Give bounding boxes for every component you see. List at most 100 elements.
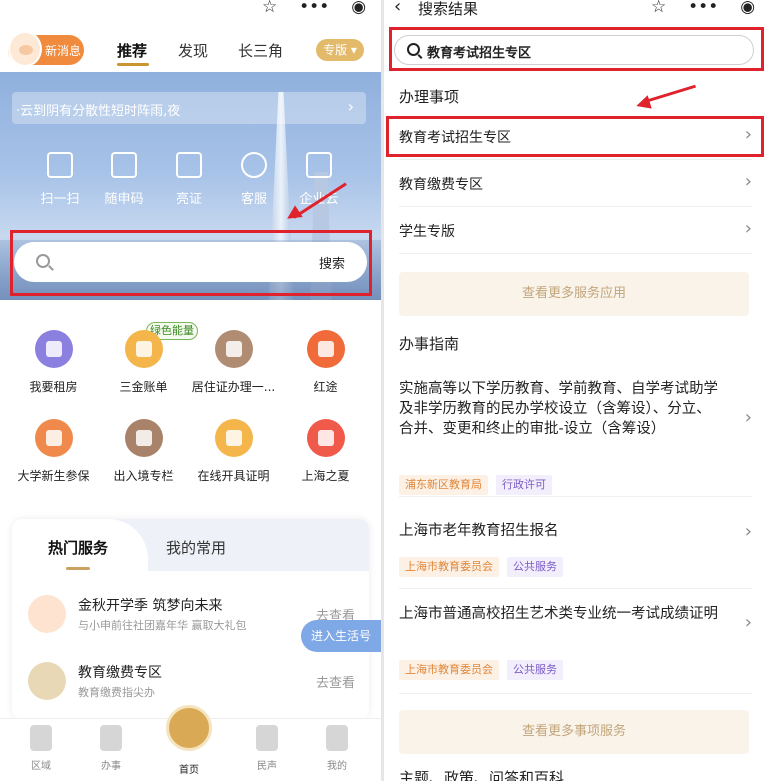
service-exit-entry[interactable]: 出入境专栏 <box>96 419 191 484</box>
service-three-funds[interactable]: 三金账单 <box>96 330 191 395</box>
chevron-right-icon: › <box>744 612 752 633</box>
star-icon <box>306 330 345 368</box>
region-icon <box>30 725 52 751</box>
chevron-right-icon: › <box>347 97 354 116</box>
person-icon <box>326 725 348 751</box>
mini-program-capsule[interactable]: ☆ ••• ◉ <box>251 0 377 20</box>
page-title: 搜索结果 <box>418 0 479 18</box>
weather-text: ·云到阴有分散性短时阵雨,夜 <box>16 104 181 119</box>
quick-customer-service[interactable]: 客服 <box>222 152 286 207</box>
service-freshman-insurance[interactable]: 大学新生参保 <box>6 419 101 484</box>
nav-home-label[interactable]: 首页 <box>166 761 212 776</box>
flower-icon <box>256 725 278 751</box>
close-target-icon[interactable]: ◉ <box>351 0 366 17</box>
card-icon <box>176 152 202 178</box>
id-card-icon <box>214 330 253 368</box>
weather-bar[interactable]: ·云到阴有分散性短时阵雨,夜 › <box>12 92 366 124</box>
new-message-button[interactable]: 新消息 <box>8 31 84 67</box>
service-label: 三金账单 <box>119 380 168 394</box>
service-label: 上海之夏 <box>301 469 350 483</box>
guide-item[interactable]: 上海市老年教育招生报名 › 上海市教育委员会 公共服务 <box>399 521 752 589</box>
quick-scan[interactable]: 扫一扫 <box>28 152 92 207</box>
tab-hot-services[interactable]: 热门服务 <box>48 537 108 558</box>
list-item[interactable]: 教育缴费专区 教育缴费指尖办 去查看 <box>24 660 359 710</box>
more-guides-button[interactable]: 查看更多事项服务 <box>399 710 749 754</box>
type-tag: 公共服务 <box>507 557 563 577</box>
home-header: 新消息 推荐 发现 长三角 专版 ▾ <box>0 30 381 74</box>
service-label: 我要租房 <box>29 380 78 394</box>
service-shanghai-summer[interactable]: 上海之夏 <box>278 419 373 484</box>
search-results-screen: ‹ 搜索结果 ☆ ••• ◉ 教育考试招生专区 办理事项 教育考试招生专区 › … <box>384 0 768 781</box>
nav-mine[interactable]: 我的 <box>310 725 364 772</box>
service-rent[interactable]: 我要租房 <box>6 330 101 395</box>
tab-discover[interactable]: 发现 <box>178 40 208 61</box>
nav-label: 区域 <box>31 761 51 772</box>
result-item[interactable]: 学生专版 › <box>399 208 752 254</box>
item-title: 金秋开学季 筑梦向未来 <box>78 598 223 614</box>
guide-tags: 浦东新区教育局 行政许可 <box>399 473 560 495</box>
bottom-nav: 区域 办事 首页 民声 我的 <box>0 705 381 781</box>
more-services-button[interactable]: 查看更多服务应用 <box>399 272 749 316</box>
result-title: 教育缴费专区 <box>399 177 483 193</box>
service-red-route[interactable]: 红途 <box>278 330 373 395</box>
guide-tags: 上海市教育委员会 公共服务 <box>399 658 571 680</box>
service-residence-permit[interactable]: 居住证办理一... <box>186 330 281 395</box>
card-tab-indicator <box>66 567 90 570</box>
qrcode-icon <box>111 152 137 178</box>
quick-show-license[interactable]: 亮证 <box>157 152 221 207</box>
guide-item[interactable]: 实施高等以下学历教育、学前教育、自学考试助学及非学历教育的民办学校设立（含筹设）… <box>399 379 752 497</box>
org-tag: 浦东新区教育局 <box>399 475 488 495</box>
service-online-certificate[interactable]: 在线开具证明 <box>186 419 281 484</box>
star-icon[interactable]: ☆ <box>262 0 277 17</box>
home-screen: ☆ ••• ◉ 新消息 推荐 发现 长三角 专版 ▾ ·云到阴有分散性短时阵雨,… <box>0 0 381 781</box>
tab-active-indicator <box>117 63 149 66</box>
service-label: 大学新生参保 <box>17 469 90 483</box>
house-icon <box>34 330 73 368</box>
back-icon[interactable]: ‹ <box>394 0 401 17</box>
quick-label: 企业云 <box>287 188 351 207</box>
pen-icon <box>100 725 122 751</box>
headset-icon <box>241 152 267 178</box>
mascot-avatar-icon <box>28 595 66 633</box>
section-title-guides: 办事指南 <box>399 335 460 353</box>
org-tag: 上海市教育委员会 <box>399 557 499 577</box>
quick-label: 亮证 <box>175 192 202 207</box>
result-item[interactable]: 教育缴费专区 › <box>399 161 752 207</box>
close-target-icon[interactable]: ◉ <box>740 0 755 17</box>
more-icon[interactable]: ••• <box>688 0 718 17</box>
nav-label: 民声 <box>257 761 277 772</box>
enter-life-account-button[interactable]: 进入生活号 <box>301 620 381 652</box>
quick-label: 扫一扫 <box>40 192 80 207</box>
nav-voice[interactable]: 民声 <box>240 725 294 772</box>
quick-label: 客服 <box>240 192 267 207</box>
edition-dropdown[interactable]: 专版 ▾ <box>316 39 364 61</box>
edition-label: 专版 <box>323 43 348 57</box>
guide-title: 上海市老年教育招生报名 <box>399 523 559 539</box>
home-icon[interactable] <box>166 705 212 751</box>
view-button[interactable]: 去查看 <box>316 672 355 691</box>
more-icon[interactable]: ••• <box>299 0 329 17</box>
building-icon <box>306 152 332 178</box>
star-icon[interactable]: ☆ <box>651 0 666 17</box>
nav-affairs[interactable]: 办事 <box>84 725 138 772</box>
type-tag: 公共服务 <box>507 660 563 680</box>
nav-region[interactable]: 区域 <box>14 725 68 772</box>
type-tag: 行政许可 <box>496 475 552 495</box>
mini-program-capsule[interactable]: ☆ ••• ◉ <box>640 0 766 20</box>
item-subtitle: 教育缴费指尖办 <box>78 686 155 699</box>
highlight-box-search <box>10 230 372 296</box>
document-icon <box>214 419 253 457</box>
results-top-bar: ‹ 搜索结果 ☆ ••• ◉ <box>384 0 768 22</box>
tab-recommend[interactable]: 推荐 <box>117 40 147 61</box>
tab-yangtze-delta[interactable]: 长三角 <box>238 40 283 61</box>
highlight-box-search <box>389 27 764 71</box>
guide-item[interactable]: 上海市普通高校招生艺术类专业统一考试成绩证明 › 上海市教育委员会 公共服务 <box>399 604 752 694</box>
quick-health-code[interactable]: 随申码 <box>92 152 156 207</box>
result-title: 学生专版 <box>399 224 455 240</box>
yuan-icon <box>124 330 163 368</box>
mascot-icon <box>8 31 42 67</box>
org-tag: 上海市教育委员会 <box>399 660 499 680</box>
service-label: 出入境专栏 <box>113 469 174 483</box>
tab-my-frequent[interactable]: 我的常用 <box>166 537 226 558</box>
scan-icon <box>47 152 73 178</box>
